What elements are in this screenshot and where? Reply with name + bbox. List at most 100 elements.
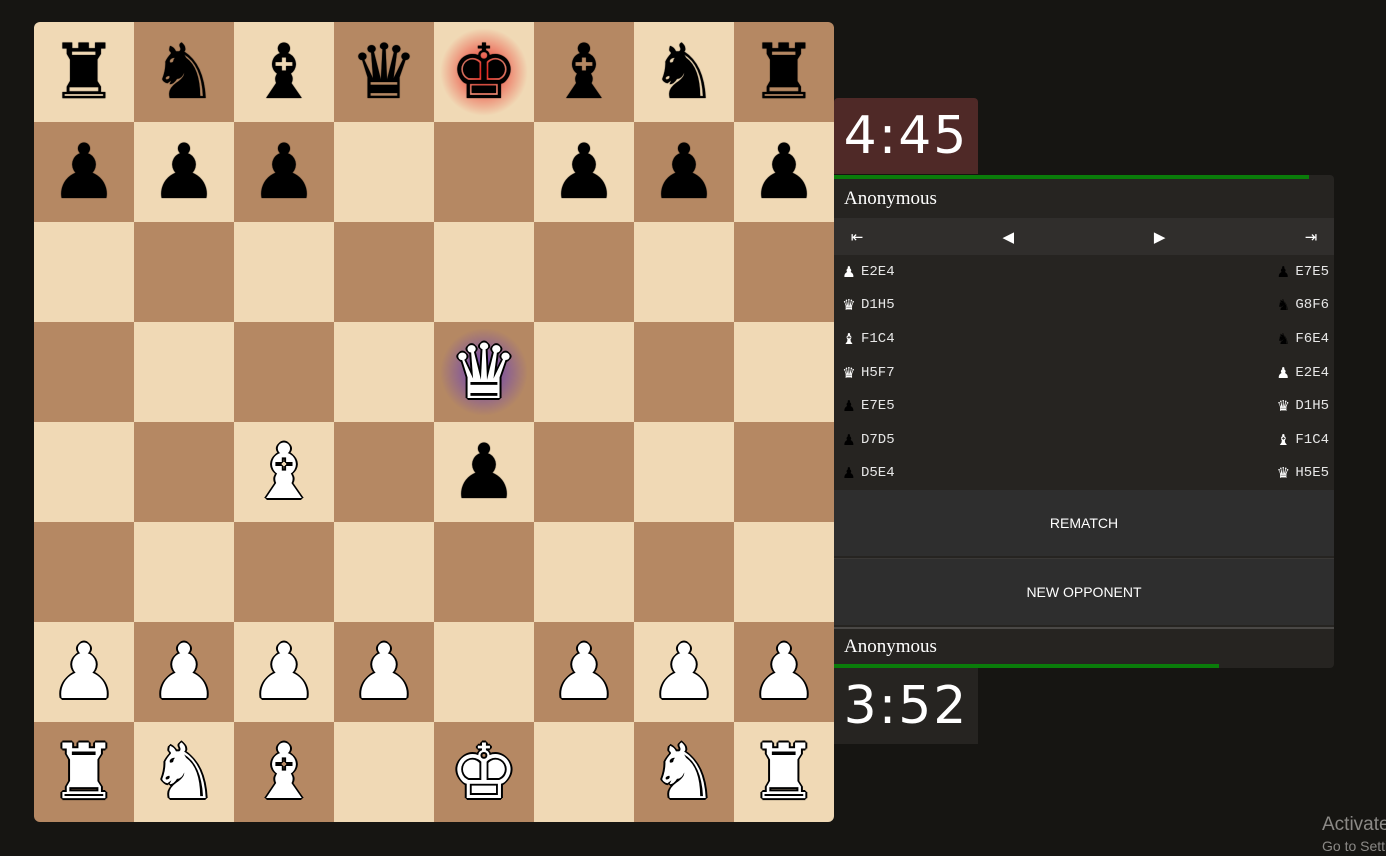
square-b6[interactable] (134, 222, 234, 322)
white-pawn-icon[interactable]: ♟ (150, 634, 218, 710)
white-pawn-icon[interactable]: ♟ (50, 634, 118, 710)
square-h2[interactable]: ♟ (734, 622, 834, 722)
square-h6[interactable] (734, 222, 834, 322)
square-g5[interactable] (634, 322, 734, 422)
square-g4[interactable] (634, 422, 734, 522)
black-pawn-icon[interactable]: ♟ (450, 434, 518, 510)
white-bishop-icon[interactable]: ♝ (250, 434, 318, 510)
black-pawn-icon[interactable]: ♟ (550, 134, 618, 210)
square-f8[interactable]: ♝ (534, 22, 634, 122)
square-a7[interactable]: ♟ (34, 122, 134, 222)
square-b5[interactable] (134, 322, 234, 422)
square-h1[interactable]: ♜ (734, 722, 834, 822)
square-f6[interactable] (534, 222, 634, 322)
move-left[interactable]: ♝F1C4 (842, 330, 895, 348)
square-f1[interactable] (534, 722, 634, 822)
white-pawn-icon[interactable]: ♟ (750, 634, 818, 710)
square-b1[interactable]: ♞ (134, 722, 234, 822)
square-h7[interactable]: ♟ (734, 122, 834, 222)
white-knight-icon[interactable]: ♞ (650, 734, 718, 810)
square-d2[interactable]: ♟ (334, 622, 434, 722)
square-d1[interactable] (334, 722, 434, 822)
move-left[interactable]: ♟D7D5 (842, 431, 895, 449)
square-h4[interactable] (734, 422, 834, 522)
square-g2[interactable]: ♟ (634, 622, 734, 722)
white-bishop-icon[interactable]: ♝ (250, 734, 318, 810)
square-e2[interactable] (434, 622, 534, 722)
square-c8[interactable]: ♝ (234, 22, 334, 122)
white-rook-icon[interactable]: ♜ (750, 734, 818, 810)
square-b2[interactable]: ♟ (134, 622, 234, 722)
previous-move-icon[interactable]: ◀ (997, 228, 1019, 246)
square-f7[interactable]: ♟ (534, 122, 634, 222)
square-d5[interactable] (334, 322, 434, 422)
square-g3[interactable] (634, 522, 734, 622)
black-pawn-icon[interactable]: ♟ (50, 134, 118, 210)
square-e4[interactable]: ♟ (434, 422, 534, 522)
move-right[interactable]: ♞G8F6 (1276, 296, 1329, 314)
white-pawn-icon[interactable]: ♟ (550, 634, 618, 710)
square-g1[interactable]: ♞ (634, 722, 734, 822)
square-c2[interactable]: ♟ (234, 622, 334, 722)
square-f3[interactable] (534, 522, 634, 622)
square-e1[interactable]: ♚ (434, 722, 534, 822)
move-right[interactable]: ♛D1H5 (1276, 397, 1329, 415)
square-e7[interactable] (434, 122, 534, 222)
square-g7[interactable]: ♟ (634, 122, 734, 222)
move-left[interactable]: ♛H5F7 (842, 364, 895, 382)
black-rook-icon[interactable]: ♜ (50, 34, 118, 110)
last-move-icon[interactable]: ⇥ (1300, 228, 1322, 246)
rematch-button[interactable]: REMATCH (834, 490, 1334, 556)
black-pawn-icon[interactable]: ♟ (650, 134, 718, 210)
white-king-icon[interactable]: ♚ (450, 734, 518, 810)
square-e6[interactable] (434, 222, 534, 322)
square-a5[interactable] (34, 322, 134, 422)
black-bishop-icon[interactable]: ♝ (250, 34, 318, 110)
square-d3[interactable] (334, 522, 434, 622)
square-c7[interactable]: ♟ (234, 122, 334, 222)
square-c3[interactable] (234, 522, 334, 622)
white-pawn-icon[interactable]: ♟ (650, 634, 718, 710)
square-b8[interactable]: ♞ (134, 22, 234, 122)
black-king-icon[interactable]: ♚ (450, 34, 518, 110)
square-f4[interactable] (534, 422, 634, 522)
square-a4[interactable] (34, 422, 134, 522)
square-d4[interactable] (334, 422, 434, 522)
move-left[interactable]: ♟E7E5 (842, 397, 895, 415)
white-knight-icon[interactable]: ♞ (150, 734, 218, 810)
square-c4[interactable]: ♝ (234, 422, 334, 522)
square-c5[interactable] (234, 322, 334, 422)
square-b3[interactable] (134, 522, 234, 622)
new-opponent-button[interactable]: NEW OPPONENT (834, 558, 1334, 625)
first-move-icon[interactable]: ⇤ (846, 228, 868, 246)
move-left[interactable]: ♟E2E4 (842, 263, 895, 281)
move-left[interactable]: ♛D1H5 (842, 296, 895, 314)
square-g8[interactable]: ♞ (634, 22, 734, 122)
square-a2[interactable]: ♟ (34, 622, 134, 722)
move-right[interactable]: ♟E7E5 (1276, 263, 1329, 281)
move-right[interactable]: ♝F1C4 (1276, 431, 1329, 449)
black-knight-icon[interactable]: ♞ (150, 34, 218, 110)
square-d7[interactable] (334, 122, 434, 222)
move-right[interactable]: ♟E2E4 (1276, 364, 1329, 382)
square-c6[interactable] (234, 222, 334, 322)
move-left[interactable]: ♟D5E4 (842, 464, 895, 482)
square-d8[interactable]: ♛ (334, 22, 434, 122)
square-a8[interactable]: ♜ (34, 22, 134, 122)
black-knight-icon[interactable]: ♞ (650, 34, 718, 110)
black-pawn-icon[interactable]: ♟ (250, 134, 318, 210)
square-e3[interactable] (434, 522, 534, 622)
square-h5[interactable] (734, 322, 834, 422)
square-g6[interactable] (634, 222, 734, 322)
square-a1[interactable]: ♜ (34, 722, 134, 822)
black-queen-icon[interactable]: ♛ (350, 34, 418, 110)
square-e5[interactable]: ♛ (434, 322, 534, 422)
black-pawn-icon[interactable]: ♟ (150, 134, 218, 210)
square-d6[interactable] (334, 222, 434, 322)
square-b7[interactable]: ♟ (134, 122, 234, 222)
black-rook-icon[interactable]: ♜ (750, 34, 818, 110)
square-f2[interactable]: ♟ (534, 622, 634, 722)
square-h8[interactable]: ♜ (734, 22, 834, 122)
square-f5[interactable] (534, 322, 634, 422)
white-queen-icon[interactable]: ♛ (450, 334, 518, 410)
